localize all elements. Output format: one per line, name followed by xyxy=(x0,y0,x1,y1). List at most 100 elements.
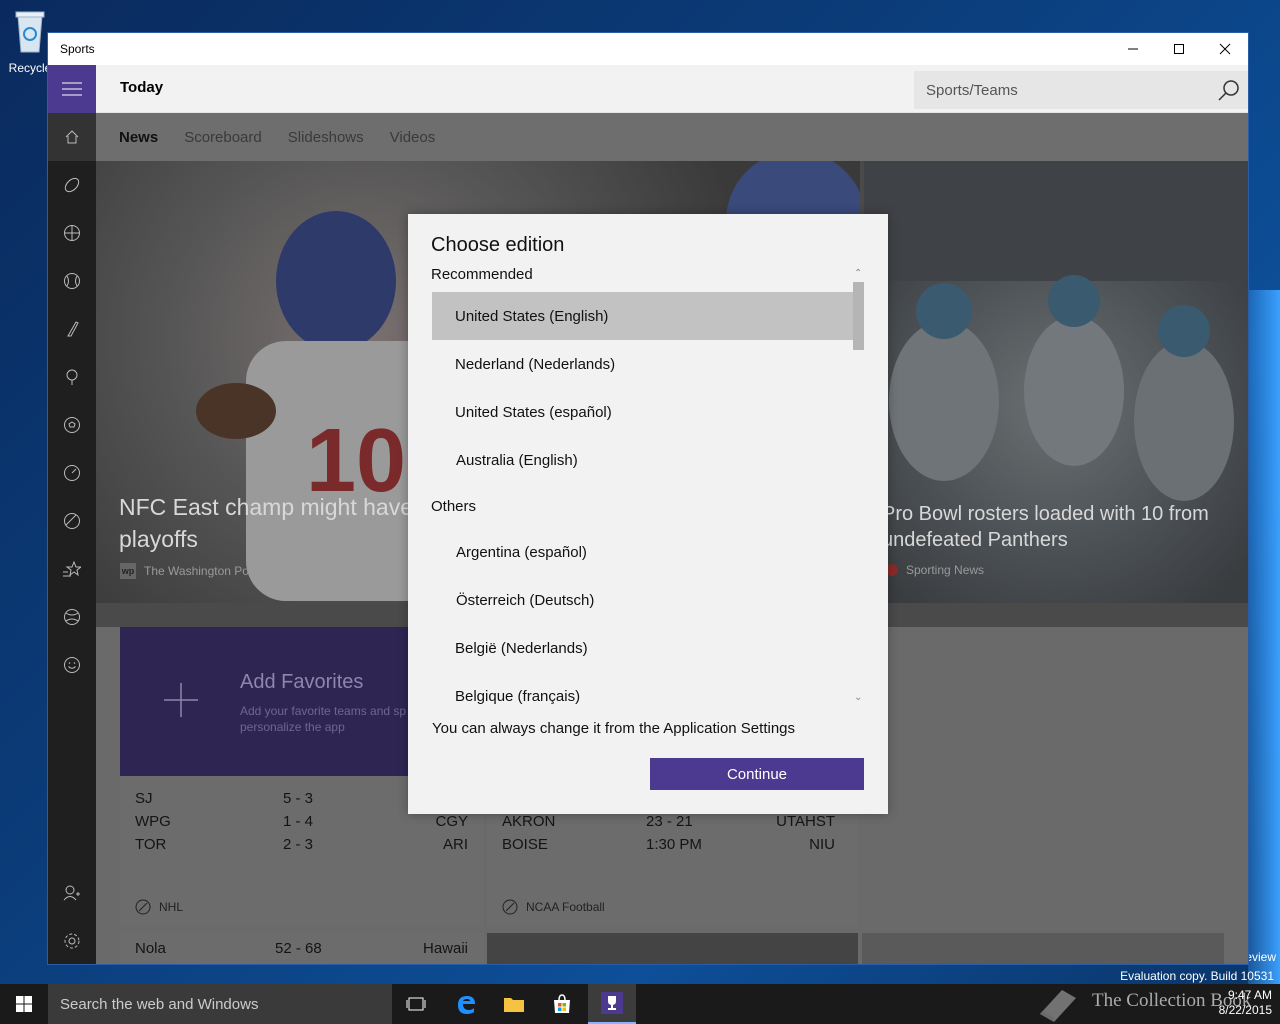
scroll-up-arrow-icon[interactable]: ⌃ xyxy=(854,268,862,279)
team-home: WPG xyxy=(135,813,171,830)
search-box xyxy=(914,71,1248,109)
edition-item-us-spanish[interactable]: United States (español) xyxy=(432,388,864,436)
app-header: Today xyxy=(48,65,1248,113)
sidebar-item-favorites[interactable] xyxy=(48,545,96,593)
team-home: AKRON xyxy=(502,813,556,830)
sidebar-item-tennis[interactable] xyxy=(48,497,96,545)
sidebar-item-settings[interactable] xyxy=(48,917,96,964)
watermark-build: Evaluation copy. Build 10531 xyxy=(1120,969,1274,983)
edge-icon xyxy=(458,996,475,1014)
dialog-title: Choose edition xyxy=(431,234,565,256)
subnav: News Scoreboard Slideshows Videos xyxy=(96,113,1248,161)
settings-icon xyxy=(64,933,80,949)
edge-browser-button[interactable] xyxy=(442,984,490,1024)
tab-scoreboard[interactable]: Scoreboard xyxy=(184,129,262,146)
sidebar-item-football[interactable] xyxy=(48,161,96,209)
sidebar-item-account[interactable] xyxy=(48,869,96,917)
task-view-icon xyxy=(406,997,426,1011)
add-favorites-tile[interactable]: Add Favorites Add your favorite teams an… xyxy=(120,627,410,776)
score: 1 - 4 xyxy=(283,813,314,830)
taskbar-search-box[interactable]: Search the web and Windows xyxy=(48,984,392,1024)
home-icon xyxy=(65,130,79,144)
edition-item-netherlands[interactable]: Nederland (Nederlands) xyxy=(432,340,864,388)
dialog-note: You can always change it from the Applic… xyxy=(432,720,796,737)
task-view-button[interactable] xyxy=(392,984,440,1024)
baseball-icon xyxy=(64,273,80,289)
hamburger-icon xyxy=(62,82,82,96)
page-title: Today xyxy=(120,79,164,96)
hero-right-source: Sporting News xyxy=(886,563,984,577)
edition-item-australia[interactable]: Australia (English) xyxy=(432,436,864,484)
tab-videos[interactable]: Videos xyxy=(390,129,436,146)
sidebar-item-racing[interactable] xyxy=(48,449,96,497)
hamburger-button[interactable] xyxy=(48,65,96,113)
watermark-brand: The Collection Book xyxy=(1092,990,1252,1011)
titlebar[interactable]: Sports xyxy=(48,33,1248,65)
scroll-down-arrow-icon[interactable]: ⌄ xyxy=(854,692,862,703)
smiley-icon xyxy=(64,657,80,673)
maximize-icon xyxy=(1174,44,1184,54)
search-input[interactable] xyxy=(914,71,1194,109)
team-away: Hawaii xyxy=(422,940,468,957)
hero-right-title-line2: undefeated Panthers xyxy=(882,529,1068,551)
minimize-button[interactable] xyxy=(1110,33,1156,65)
tab-news[interactable]: News xyxy=(119,129,158,146)
team-away: NIU xyxy=(809,836,835,853)
edition-item-belgium-dutch[interactable]: België (Nederlands) xyxy=(432,624,864,672)
empty-tile xyxy=(862,627,1224,927)
search-icon[interactable] xyxy=(1218,79,1240,101)
store-icon xyxy=(554,994,570,1013)
tennis-icon xyxy=(64,513,80,529)
league-name: NHL xyxy=(159,900,184,914)
team-away: ARI xyxy=(442,836,468,853)
windows-logo-icon xyxy=(16,996,32,1012)
team-home: TOR xyxy=(135,836,167,853)
sidebar-item-baseball[interactable] xyxy=(48,257,96,305)
sidebar-item-soccer[interactable] xyxy=(48,401,96,449)
edition-item-austria[interactable]: Österreich (Deutsch) xyxy=(432,576,864,624)
hero-left-title-line1: NFC East champ might have xyxy=(119,494,414,520)
recommended-label: Recommended xyxy=(431,266,533,283)
sidebar-item-basketball[interactable] xyxy=(48,209,96,257)
golf-icon xyxy=(66,369,78,385)
taskbar: Search the web and Windows 9:47 AM 8/22/… xyxy=(0,984,1280,1024)
photo-strip[interactable] xyxy=(862,933,1224,964)
recycle-bin-icon xyxy=(15,11,45,53)
close-button[interactable] xyxy=(1202,33,1248,65)
score: 2 - 3 xyxy=(283,836,314,853)
tab-slideshows[interactable]: Slideshows xyxy=(288,129,364,146)
plus-icon xyxy=(164,683,198,717)
score-row: BOISE 1:30 PM NIU xyxy=(502,836,835,859)
book-icon xyxy=(1040,990,1076,1022)
scrollbar-thumb[interactable] xyxy=(853,282,864,350)
hero-right-title-line1: Pro Bowl rosters loaded with 10 from xyxy=(882,503,1209,525)
choose-edition-dialog: Choose edition Recommended United States… xyxy=(408,214,888,814)
bottom-score-card[interactable]: Nola 52 - 68 Hawaii xyxy=(120,933,484,964)
sidebar-item-hockey[interactable] xyxy=(48,305,96,353)
store-button[interactable] xyxy=(538,984,586,1024)
minimize-icon xyxy=(1128,48,1138,50)
score: 1:30 PM xyxy=(646,836,702,853)
edition-item-argentina[interactable]: Argentina (español) xyxy=(432,528,864,576)
basketball-icon xyxy=(64,225,80,241)
file-explorer-button[interactable] xyxy=(490,984,538,1024)
edition-item-us-english[interactable]: United States (English) xyxy=(432,292,864,340)
edition-item-belgium-french[interactable]: Belgique (français) xyxy=(432,672,864,720)
add-favorites-title: Add Favorites xyxy=(240,671,364,693)
add-favorites-subtitle-line1: Add your favorite teams and sp xyxy=(240,704,407,718)
team-home: BOISE xyxy=(502,836,548,853)
photo-strip[interactable] xyxy=(487,933,858,964)
sidebar-item-sports[interactable] xyxy=(48,593,96,641)
score-row: AKRON 23 - 21 UTAHST xyxy=(502,813,835,836)
hero-story-right[interactable]: Pro Bowl rosters loaded with 10 from und… xyxy=(864,161,1248,603)
sidebar-item-golf[interactable] xyxy=(48,353,96,401)
sidebar-item-fun[interactable] xyxy=(48,641,96,689)
maximize-button[interactable] xyxy=(1156,33,1202,65)
others-label: Others xyxy=(431,498,477,515)
continue-button[interactable]: Continue xyxy=(650,758,864,790)
start-button[interactable] xyxy=(0,984,48,1024)
sports-app-button[interactable] xyxy=(588,984,636,1024)
sidebar-item-home[interactable] xyxy=(48,113,96,161)
score-row: Nola 52 - 68 Hawaii xyxy=(135,940,468,963)
league-name: NCAA Football xyxy=(526,900,605,914)
